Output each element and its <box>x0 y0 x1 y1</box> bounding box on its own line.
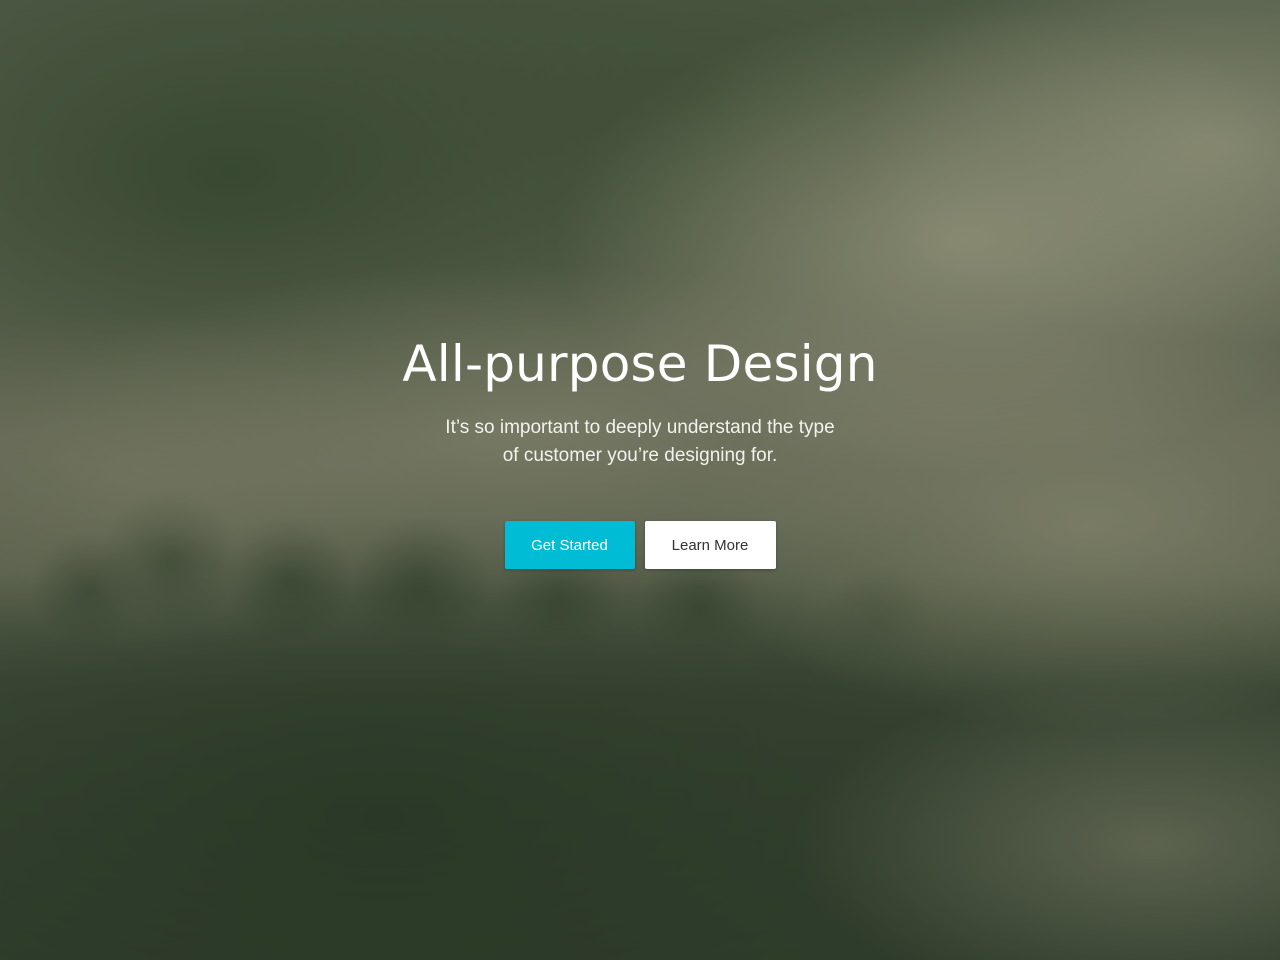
hero-content: All-purpose Design It’s so important to … <box>0 0 1280 960</box>
hero-title: All-purpose Design <box>402 335 878 393</box>
hero-section: All-purpose Design It’s so important to … <box>0 0 1280 960</box>
hero-actions: Get Started Learn More <box>0 521 1280 569</box>
hero-subtitle: It’s so important to deeply understand t… <box>445 417 835 466</box>
get-started-button[interactable]: Get Started <box>504 521 635 569</box>
learn-more-button[interactable]: Learn More <box>644 521 776 569</box>
